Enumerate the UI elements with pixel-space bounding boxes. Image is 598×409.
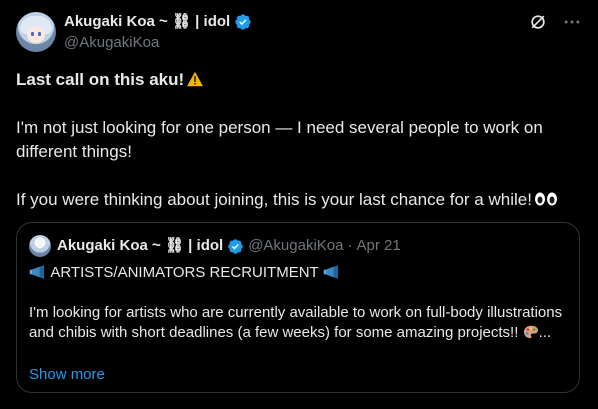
quoted-separator: · [347,237,353,254]
quoted-header: Akugaki Koa ~ ⛓ | idol @AkugakiKoa · Apr… [57,235,401,257]
eyes-emoji-icon [534,192,557,206]
quoted-title: ARTISTS/ANIMATORS RECRUITMENT [29,263,565,283]
quoted-display-name[interactable]: Akugaki Koa ~ ⛓ | idol [57,235,223,257]
quoted-text: ARTISTS/ANIMATORS RECRUITMENT I'm lookin… [29,263,565,343]
post: Akugaki Koa ~ ⛓ | idol @AkugakiKoa Last … [0,0,598,409]
quoted-handle[interactable]: @AkugakiKoa [248,235,343,257]
show-more-link[interactable]: Show more [29,365,105,385]
verified-badge-icon [228,238,243,254]
palette-emoji-icon [523,325,538,339]
author-handle[interactable]: @AkugakiKoa [64,33,159,53]
post-text: Last call on this aku! I'm not just look… [16,68,582,212]
quoted-avatar[interactable] [29,235,51,257]
avatar[interactable] [16,12,56,52]
quoted-post[interactable]: Akugaki Koa ~ ⛓ | idol @AkugakiKoa · Apr… [16,222,580,393]
post-line-3: If you were thinking about joining, this… [16,188,582,212]
author-name[interactable]: Akugaki Koa ~ ⛓ | idol [64,12,252,32]
author-display-name[interactable]: Akugaki Koa ~ ⛓ | idol [64,12,230,32]
verified-badge-icon [235,14,251,30]
megaphone-emoji-icon [29,265,44,279]
more-icon[interactable] [562,12,582,32]
post-line-1: Last call on this aku! [16,68,582,92]
megaphone-emoji-icon [323,265,338,279]
grok-icon[interactable] [528,12,548,32]
post-actions [528,12,582,32]
quoted-body: I'm looking for artists who are currentl… [29,304,563,341]
warning-emoji-icon [187,71,204,87]
quoted-date[interactable]: Apr 21 [356,235,400,257]
post-line-2: I'm not just looking for one person — I … [16,118,543,161]
